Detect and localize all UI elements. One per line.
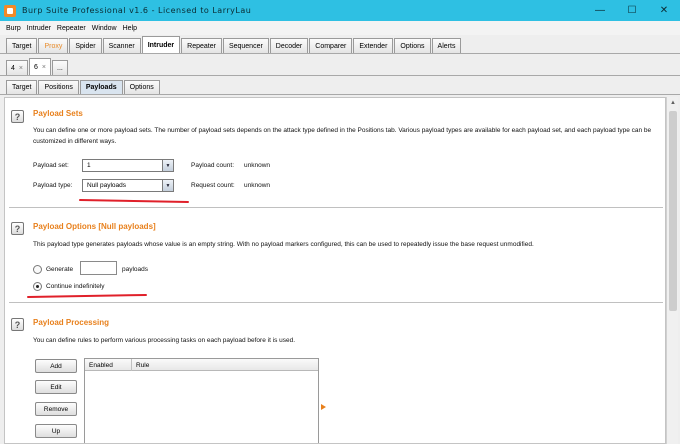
tab-target[interactable]: Target (6, 38, 38, 53)
burp-logo-icon (4, 4, 16, 17)
attack-tab-4[interactable]: 4 × (6, 60, 28, 75)
close-tab-icon[interactable]: × (42, 64, 46, 71)
continue-indefinitely-label: Continue indefinitely (46, 283, 105, 290)
request-count-value: unknown (244, 182, 271, 189)
tab-spider[interactable]: Spider (69, 38, 102, 53)
payload-sets-description: You can define one or more payload sets.… (33, 127, 652, 145)
scroll-up-icon[interactable]: ▲ (667, 97, 679, 108)
menu-repeater[interactable]: Repeater (57, 25, 86, 32)
payload-type-value: Null payloads (87, 182, 127, 189)
section-divider (9, 302, 663, 303)
title-bar: Burp Suite Professional v1.6 - Licensed … (0, 0, 680, 21)
expand-arrow-icon[interactable] (321, 404, 326, 410)
tab-intruder[interactable]: Intruder (141, 36, 181, 53)
help-icon[interactable]: ? (11, 222, 24, 235)
scroll-thumb[interactable] (669, 111, 677, 311)
inner-tab-payloads[interactable]: Payloads (79, 80, 123, 94)
attack-tab-bar: 4 × 6 × ... (0, 56, 680, 76)
payload-set-label: Payload set: (33, 162, 69, 169)
new-tab-button[interactable]: ... (52, 60, 68, 75)
inner-tab-positions[interactable]: Positions (38, 80, 79, 94)
attack-tab-6[interactable]: 6 × (29, 58, 51, 75)
menu-bar: Burp Intruder Repeater Window Help (0, 21, 680, 35)
continue-indefinitely-radio[interactable] (33, 282, 42, 291)
close-button[interactable]: ✕ (648, 0, 680, 21)
column-header-enabled[interactable]: Enabled (85, 359, 132, 371)
chevron-down-icon: ▼ (162, 160, 173, 171)
attack-tab-label: 4 (11, 64, 15, 72)
tab-decoder[interactable]: Decoder (269, 38, 309, 53)
table-header: Enabled Rule (85, 359, 318, 371)
maximize-button[interactable]: ☐ (616, 0, 648, 21)
attack-tab-label: 6 (34, 63, 38, 71)
annotation-underline (78, 199, 190, 203)
menu-burp[interactable]: Burp (6, 25, 21, 32)
column-header-rule[interactable]: Rule (132, 359, 318, 371)
vertical-scrollbar[interactable]: ▲ (666, 97, 678, 444)
payload-set-select[interactable]: 1 ▼ (82, 159, 174, 172)
remove-rule-button[interactable]: Remove (35, 402, 77, 416)
payloads-label: payloads (122, 266, 149, 273)
tab-proxy[interactable]: Proxy (38, 38, 69, 53)
main-tab-bar: Target Proxy Spider Scanner Intruder Rep… (0, 36, 680, 54)
up-rule-button[interactable]: Up (35, 424, 77, 438)
menu-intruder[interactable]: Intruder (27, 25, 51, 32)
inner-tab-target[interactable]: Target (6, 80, 38, 94)
tab-repeater[interactable]: Repeater (181, 38, 222, 53)
section-divider (9, 207, 663, 208)
tab-alerts[interactable]: Alerts (431, 38, 462, 53)
payload-type-select[interactable]: Null payloads ▼ (82, 179, 174, 192)
generate-label: Generate (46, 266, 74, 273)
tab-extender[interactable]: Extender (353, 38, 394, 53)
window-title: Burp Suite Professional v1.6 - Licensed … (22, 6, 252, 15)
payload-options-title: Payload Options [Null payloads] (33, 222, 156, 231)
tab-comparer[interactable]: Comparer (309, 38, 353, 53)
help-icon[interactable]: ? (11, 110, 24, 123)
menu-window[interactable]: Window (92, 25, 117, 32)
payload-type-label: Payload type: (33, 182, 73, 189)
payload-sets-title: Payload Sets (33, 109, 83, 118)
minimize-button[interactable]: — (584, 0, 616, 21)
edit-rule-button[interactable]: Edit (35, 380, 77, 394)
payload-options-description: This payload type generates payloads who… (33, 241, 534, 248)
add-rule-button[interactable]: Add (35, 359, 77, 373)
tab-scanner[interactable]: Scanner (102, 38, 141, 53)
payload-processing-title: Payload Processing (33, 318, 110, 327)
payload-count-value: unknown (244, 162, 271, 169)
close-tab-icon[interactable]: × (19, 65, 23, 72)
tab-options[interactable]: Options (394, 38, 431, 53)
menu-help[interactable]: Help (123, 25, 137, 32)
payload-count-label: Payload count: (191, 162, 235, 169)
inner-tab-options[interactable]: Options (123, 80, 160, 94)
annotation-underline (26, 293, 148, 298)
payload-set-value: 1 (87, 162, 91, 169)
tab-sequencer[interactable]: Sequencer (222, 38, 269, 53)
request-count-label: Request count: (191, 182, 235, 189)
generate-count-input[interactable] (80, 261, 117, 275)
payload-processing-description: You can define rules to perform various … (33, 337, 296, 344)
intruder-tab-bar: Target Positions Payloads Options (0, 78, 680, 95)
help-icon[interactable]: ? (11, 318, 24, 331)
chevron-down-icon: ▼ (162, 180, 173, 191)
processing-rules-table[interactable]: Enabled Rule (84, 358, 319, 443)
generate-radio[interactable] (33, 265, 42, 274)
payloads-panel: ? Payload Sets You can define one or mor… (4, 97, 666, 444)
